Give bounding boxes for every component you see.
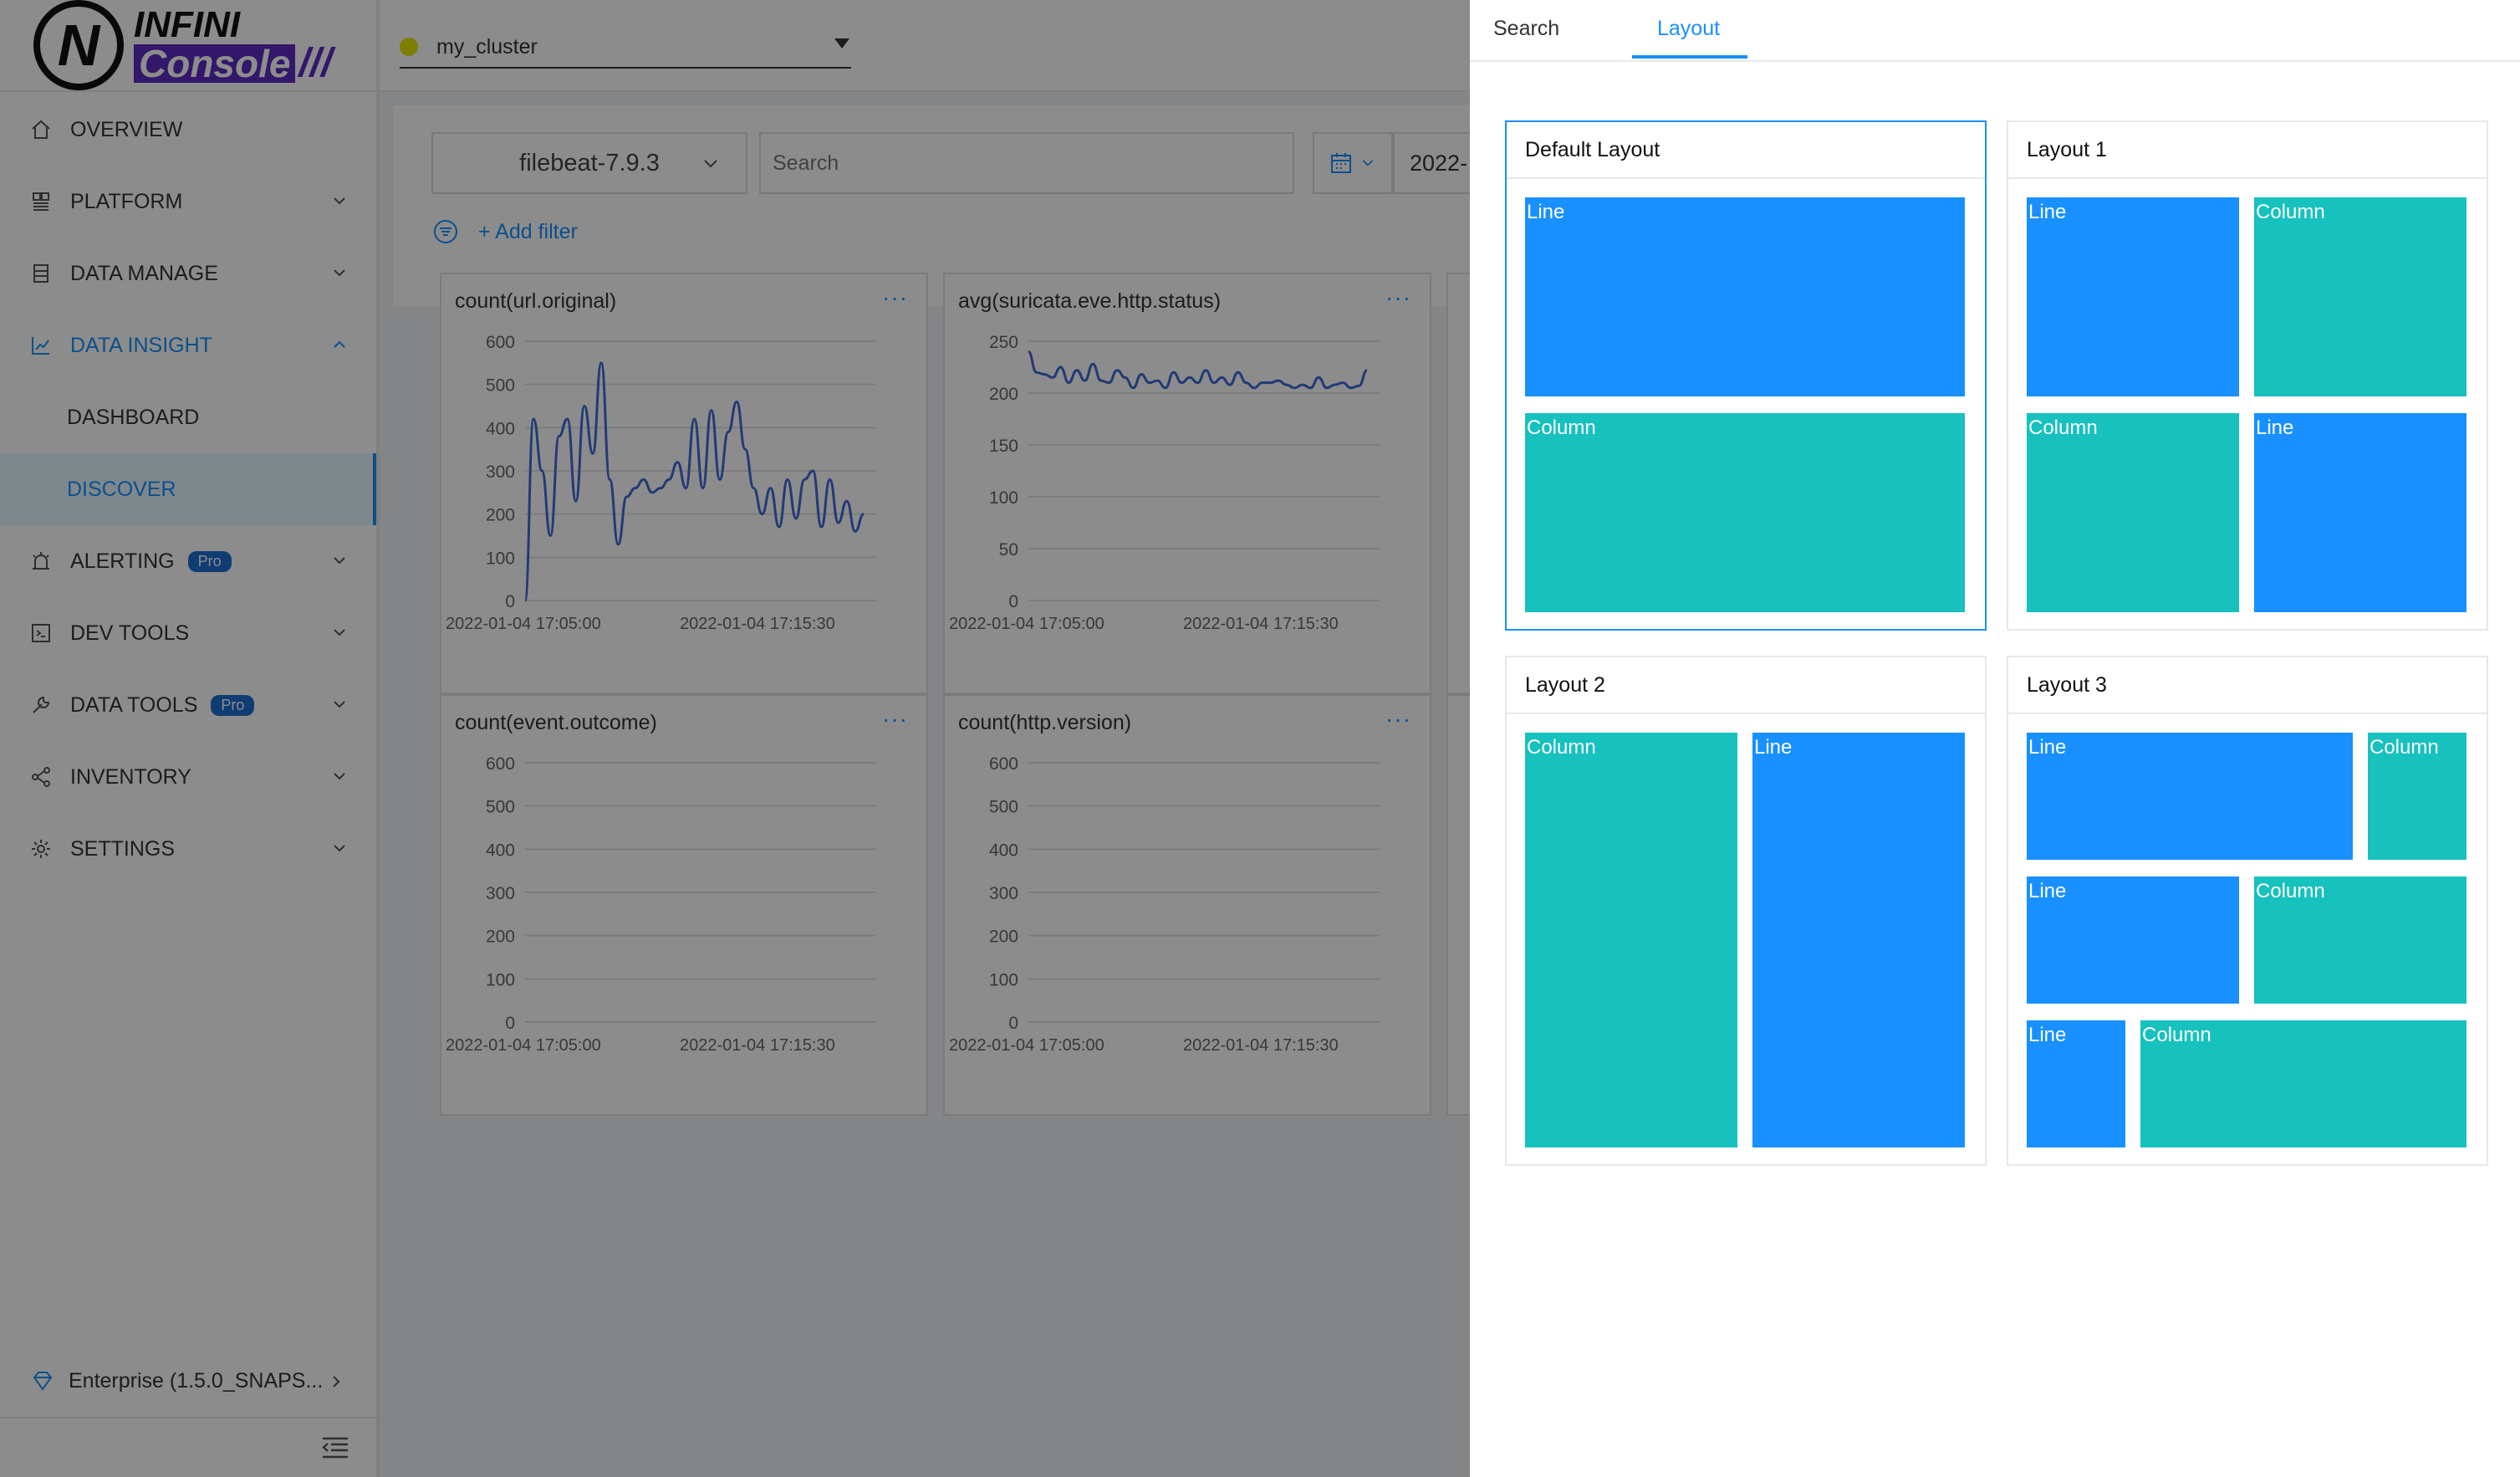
layout-card-title: Layout 1 — [2008, 122, 2487, 179]
layout-card-3[interactable]: Layout 3 Line Column Line Column Line Co… — [2007, 656, 2488, 1166]
layout-block-line: Line — [2027, 876, 2239, 1004]
layout-block-column: Column — [2368, 733, 2466, 860]
layout-card-2[interactable]: Layout 2 Column Line — [1505, 656, 1987, 1166]
layout-block-line: Line — [1525, 197, 1965, 396]
layout-card-title: Default Layout — [1507, 122, 1985, 179]
layout-block-column: Column — [1525, 733, 1737, 1147]
layout-card-default[interactable]: Default Layout Line Column — [1505, 120, 1987, 631]
tab-search[interactable]: Search — [1493, 17, 1559, 41]
layout-block-line: Line — [2027, 197, 2239, 396]
layout-card-title: Layout 3 — [2008, 657, 2487, 714]
layout-block-column: Column — [2254, 197, 2466, 396]
layout-card-title: Layout 2 — [1507, 657, 1985, 714]
layout-block-line: Line — [2027, 1020, 2125, 1147]
tab-layout[interactable]: Layout — [1657, 17, 1720, 41]
layout-block-column: Column — [2254, 876, 2466, 1004]
drawer-tabs: Search Layout — [1470, 0, 2520, 62]
layout-block-column: Column — [1525, 413, 1965, 612]
drawer-mask[interactable] — [0, 0, 1470, 1477]
layout-block-column: Column — [2027, 413, 2239, 612]
layout-block-line: Line — [2027, 733, 2353, 860]
tab-ink-bar — [1632, 55, 1747, 59]
layout-block-line: Line — [2254, 413, 2466, 612]
layout-drawer: Search Layout Default Layout Line Column… — [1470, 0, 2520, 1477]
layout-card-1[interactable]: Layout 1 Line Column Column Line — [2007, 120, 2488, 631]
app-root: N INFINI Console /// OVERVIEW PLATFORM D… — [0, 0, 2520, 1477]
layout-block-column: Column — [2140, 1020, 2466, 1147]
layout-block-line: Line — [1752, 733, 1965, 1147]
